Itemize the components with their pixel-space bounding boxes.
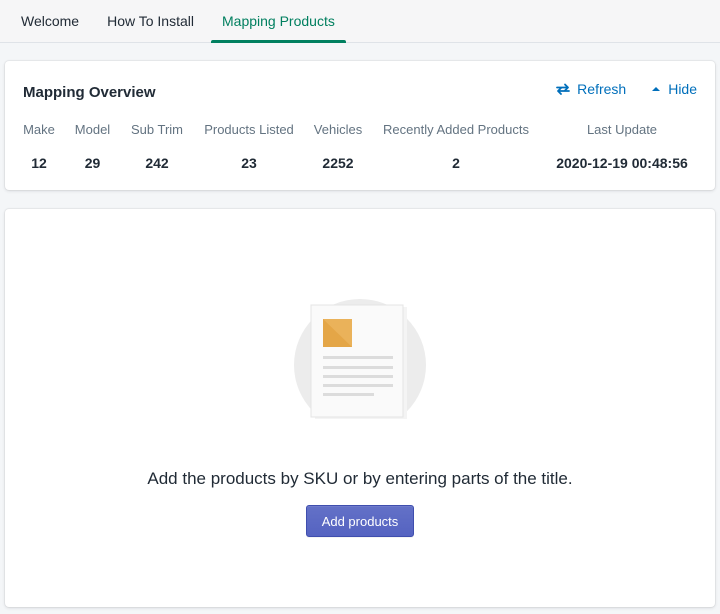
overview-title: Mapping Overview <box>23 84 156 101</box>
header-products-listed: Products Listed <box>204 122 294 137</box>
value-vehicles: 2252 <box>322 155 354 171</box>
refresh-label: Refresh <box>577 81 627 97</box>
value-products-listed: 23 <box>241 155 257 171</box>
tab-label: Mapping Products <box>222 13 335 29</box>
refresh-button[interactable]: Refresh <box>555 81 626 97</box>
value-last-update: 2020-12-19 00:48:56 <box>556 155 688 171</box>
header-make: Make <box>23 122 55 137</box>
refresh-icon <box>555 82 571 96</box>
header-last-update: Last Update <box>586 122 658 137</box>
value-model: 29 <box>84 155 101 171</box>
overview-actions: Refresh Hide <box>555 81 697 97</box>
tab-label: How To Install <box>107 13 194 29</box>
value-make: 12 <box>31 155 47 171</box>
caret-up-icon <box>650 84 662 94</box>
header-vehicles: Vehicles <box>313 122 363 137</box>
value-sub-trim: 242 <box>145 155 169 171</box>
tab-bar: Welcome How To Install Mapping Products <box>0 0 720 43</box>
tab-mapping-products[interactable]: Mapping Products <box>211 0 346 43</box>
add-products-button[interactable]: Add products <box>306 505 414 537</box>
tab-label: Welcome <box>21 13 80 29</box>
header-recently-added: Recently Added Products <box>383 122 529 137</box>
hide-button[interactable]: Hide <box>650 81 697 97</box>
document-icon <box>294 299 426 431</box>
header-model: Model <box>74 122 111 137</box>
hide-label: Hide <box>668 81 697 97</box>
header-sub-trim: Sub Trim <box>130 122 183 137</box>
mapping-overview-card: Mapping Overview Refresh Hide Make Model… <box>5 61 715 190</box>
empty-state-message: Add the products by SKU or by entering p… <box>147 469 573 488</box>
value-recently-added: 2 <box>452 155 460 171</box>
tab-welcome[interactable]: Welcome <box>10 0 90 42</box>
tab-how-to-install[interactable]: How To Install <box>96 0 205 42</box>
empty-state-card: Add the products by SKU or by entering p… <box>5 209 715 607</box>
